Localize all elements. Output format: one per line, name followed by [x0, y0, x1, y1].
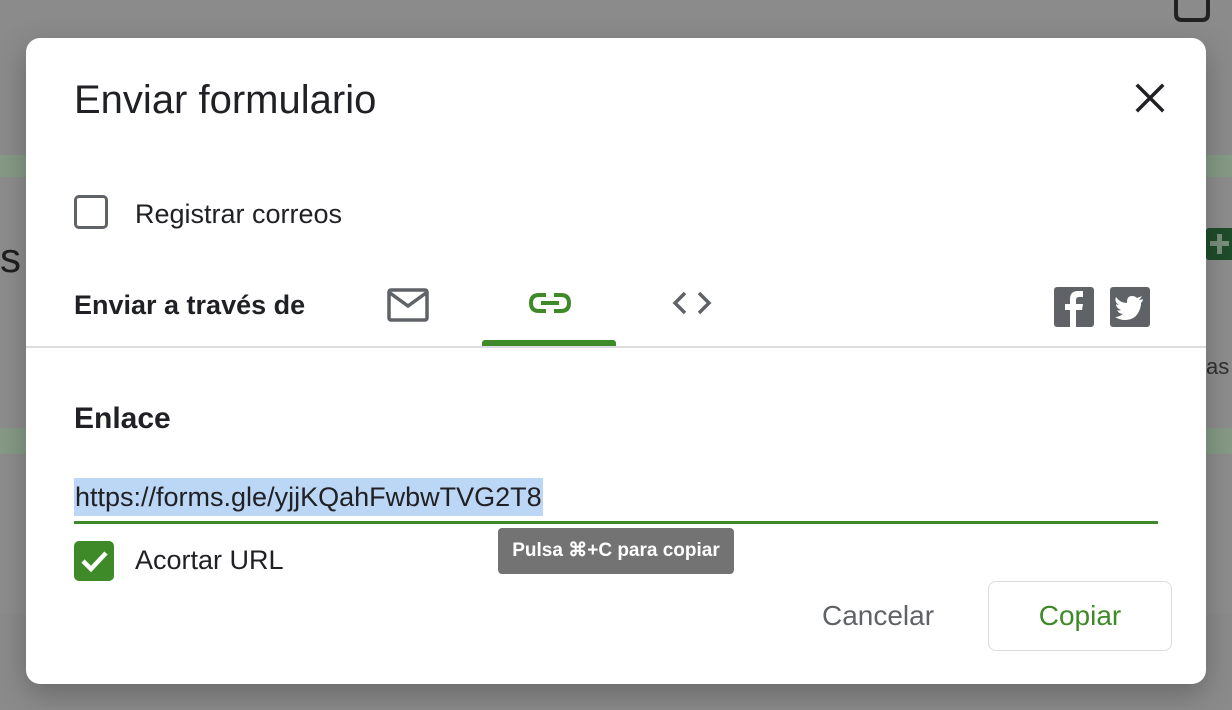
backdrop-add-icon: [1206, 228, 1232, 260]
backdrop-text-fragment: as: [1206, 354, 1230, 379]
share-twitter-button[interactable]: [1110, 287, 1150, 327]
share-facebook-button[interactable]: [1054, 287, 1094, 327]
shorten-url-label: Acortar URL: [135, 545, 284, 575]
backdrop-puzzle-icon: [1174, 0, 1210, 22]
backdrop-text-fragment: s: [0, 234, 21, 281]
twitter-icon: [1115, 296, 1143, 320]
link-icon: [528, 293, 572, 313]
link-section-title: Enlace: [74, 402, 171, 435]
tab-embed[interactable]: [668, 283, 716, 323]
collect-emails-checkbox[interactable]: [74, 195, 108, 229]
copy-button[interactable]: Copiar: [988, 581, 1172, 651]
checkmark-icon: [81, 551, 108, 573]
url-field-underline: [74, 521, 1158, 524]
collect-emails-label: Registrar correos: [135, 199, 343, 229]
tab-link[interactable]: [526, 283, 574, 323]
dialog-title: Enviar formulario: [74, 78, 377, 122]
link-url-field[interactable]: https://forms.gle/yjjKQahFwbwTVG2T8: [74, 478, 1158, 524]
close-icon: [1135, 83, 1165, 113]
shorten-url-checkbox[interactable]: [74, 541, 114, 581]
copy-shortcut-tooltip: Pulsa ⌘+C para copiar: [498, 528, 734, 574]
send-form-dialog: Enviar formulario Registrar correos Envi…: [26, 38, 1206, 684]
cancel-button[interactable]: Cancelar: [796, 581, 960, 651]
send-via-label: Enviar a través de: [74, 290, 306, 320]
link-url-text: https://forms.gle/yjjKQahFwbwTVG2T8: [74, 478, 543, 516]
facebook-icon: [1065, 291, 1083, 327]
close-button[interactable]: [1126, 74, 1174, 122]
embed-code-icon: [672, 291, 712, 315]
email-icon: [387, 288, 429, 322]
tab-email[interactable]: [384, 285, 432, 325]
tabs-divider: [26, 346, 1206, 348]
